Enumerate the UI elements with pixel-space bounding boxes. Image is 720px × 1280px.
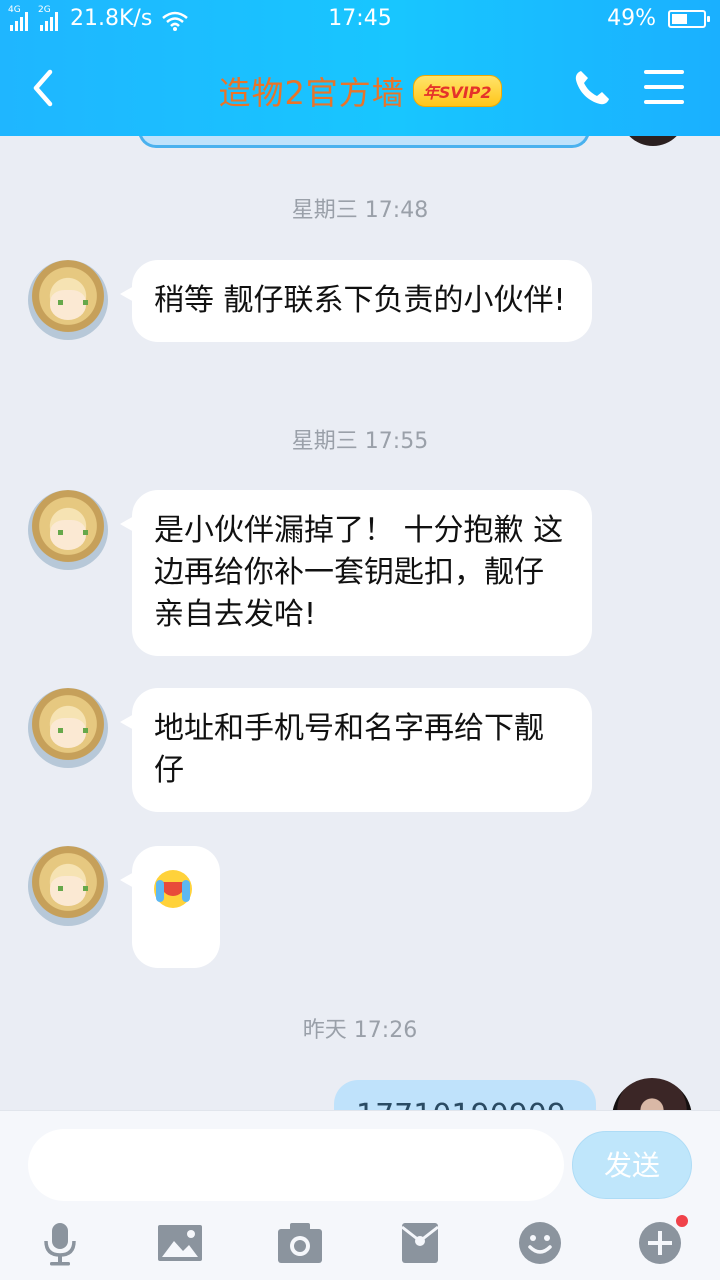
red-packet-icon[interactable] (396, 1219, 444, 1267)
timestamp: 星期三 17:55 (291, 429, 429, 454)
phone-icon[interactable] (572, 68, 612, 108)
microphone-icon[interactable] (36, 1219, 84, 1267)
emoji-icon[interactable] (516, 1219, 564, 1267)
contact-avatar[interactable] (28, 846, 108, 926)
chat-area[interactable]: 星期三 17:48 稍等 靓仔联系下负责的小伙伴! 星期三 17:55 是小伙伴… (0, 136, 720, 1110)
chat-header: 造物2官方墙 年SVIP2 (0, 38, 720, 136)
battery-icon (668, 10, 710, 28)
top-bar: 4G 2G 21.8K/s 17:45 49% 造物2官方墙 年SVIP2 (0, 0, 720, 136)
send-button[interactable]: 发送 (572, 1131, 692, 1199)
unread-dot (674, 1213, 690, 1229)
chat-title-area[interactable]: 造物2官方墙 年SVIP2 (0, 68, 720, 114)
previous-message-bubble (138, 136, 590, 148)
message-bubble[interactable]: 稍等 靓仔联系下负责的小伙伴! (120, 260, 592, 342)
timestamp: 昨天 17:26 (302, 1018, 418, 1043)
message-bubble[interactable]: 地址和手机号和名字再给下靓仔 (120, 688, 592, 812)
outgoing-message-bubble[interactable]: 17710190909 (334, 1080, 596, 1110)
crying-emoji-icon (154, 870, 192, 908)
my-avatar[interactable] (612, 1078, 692, 1110)
message-bubble[interactable]: 是小伙伴漏掉了！ 十分抱歉 这边再给你补一套钥匙扣，靓仔亲自去发哈! (120, 490, 592, 656)
camera-icon[interactable] (276, 1219, 324, 1267)
contact-avatar[interactable] (28, 260, 108, 340)
input-bar: 发送 (0, 1110, 720, 1280)
contact-avatar[interactable] (28, 688, 108, 768)
timestamp: 星期三 17:48 (291, 198, 429, 223)
chat-title: 造物2官方墙 (218, 74, 405, 112)
svip-badge: 年SVIP2 (412, 75, 502, 107)
battery-percent: 49% (607, 6, 656, 31)
menu-icon[interactable] (644, 70, 684, 106)
my-avatar-partial (620, 136, 686, 146)
image-icon[interactable] (156, 1219, 204, 1267)
input-toolbar (0, 1211, 720, 1280)
message-bubble[interactable] (120, 846, 220, 968)
message-input[interactable] (28, 1129, 564, 1201)
plus-button[interactable] (636, 1213, 690, 1267)
status-bar: 4G 2G 21.8K/s 17:45 49% (0, 0, 720, 38)
contact-avatar[interactable] (28, 490, 108, 570)
